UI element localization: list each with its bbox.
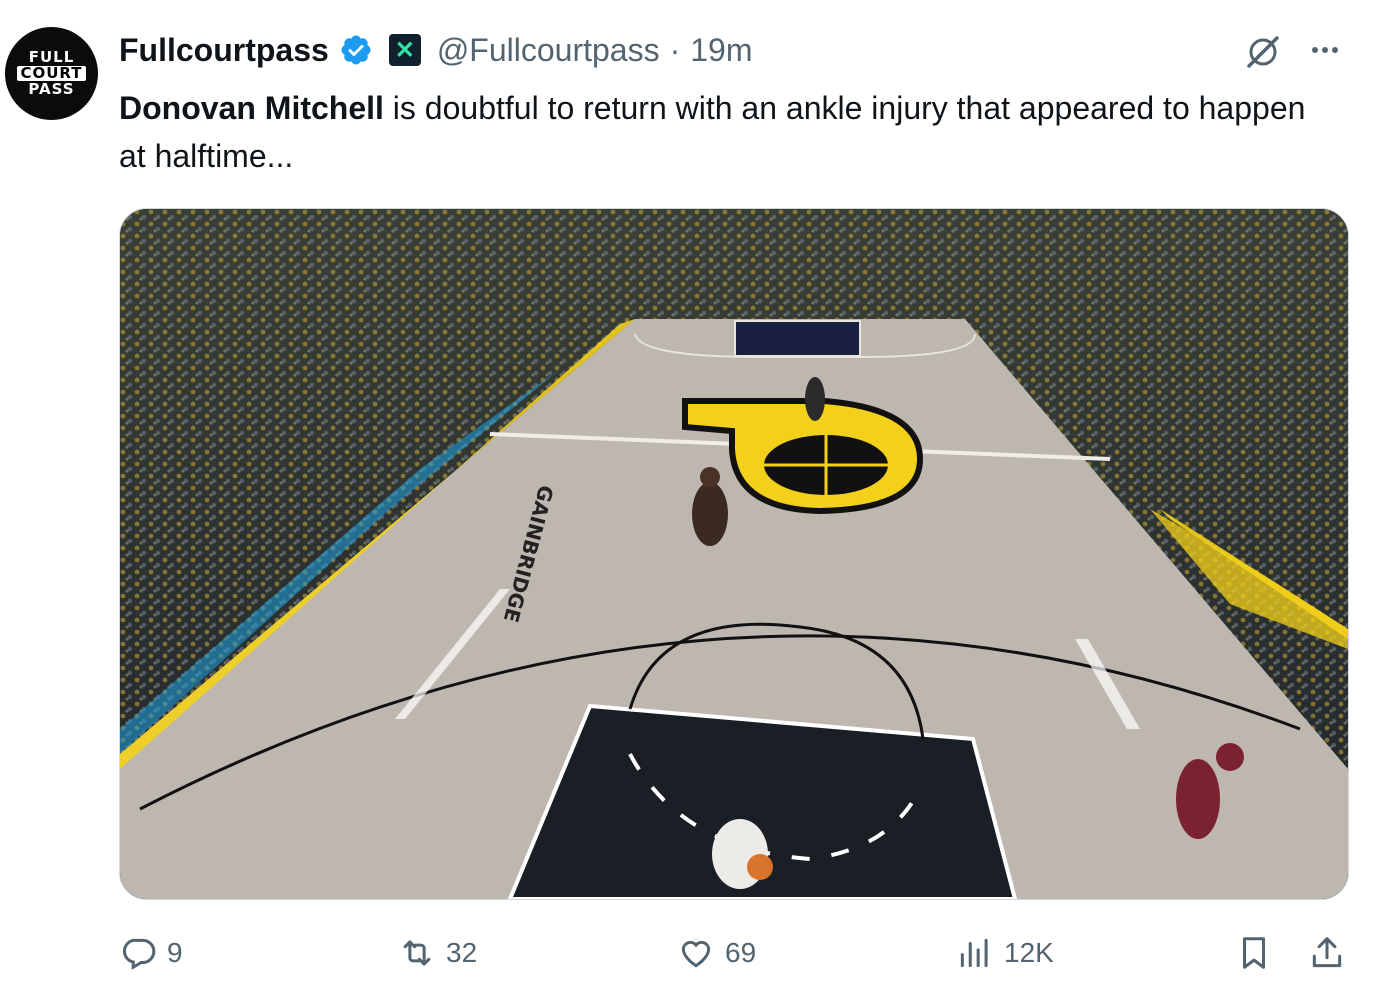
author-name[interactable]: Fullcourtpass	[119, 32, 329, 69]
repost-button[interactable]: 32	[398, 920, 477, 986]
views-count: 12K	[1004, 937, 1054, 968]
avatar[interactable]: FULL COURT PASS	[5, 27, 98, 120]
reply-count: 9	[167, 937, 183, 968]
x-affiliate-icon: ✕	[388, 34, 421, 66]
bookmark-icon	[1242, 937, 1266, 969]
reply-icon	[123, 938, 156, 970]
tweet-text: Donovan Mitchell is doubtful to return w…	[119, 84, 1339, 180]
author-handle[interactable]: @Fullcourtpass	[437, 32, 660, 69]
separator-dot: ·	[669, 31, 681, 68]
repost-icon	[403, 940, 431, 966]
share-button[interactable]	[1308, 920, 1346, 986]
court-image: GAINBRIDGE	[120, 209, 1348, 899]
views-button[interactable]: 12K	[956, 920, 1054, 986]
repost-count: 32	[446, 937, 478, 968]
like-button[interactable]: 69	[677, 920, 756, 986]
avatar-line-2: COURT	[17, 66, 86, 81]
views-chart-icon	[960, 938, 988, 968]
more-options-icon[interactable]	[1305, 32, 1345, 72]
share-icon	[1312, 937, 1342, 968]
tweet-header: Fullcourtpass ✕ @Fullcourtpass · 19m	[119, 28, 753, 72]
tweet-time[interactable]: 19m	[690, 32, 752, 69]
avatar-line-1: FULL	[28, 48, 75, 66]
tweet-actions: 9 32 69 12K	[0, 920, 1380, 986]
like-count: 69	[725, 937, 757, 968]
avatar-line-3: PASS	[28, 80, 75, 98]
tweet-text-mention: Donovan Mitchell	[119, 90, 384, 126]
grok-icon[interactable]	[1243, 32, 1283, 72]
reply-button[interactable]: 9	[119, 920, 183, 986]
verified-badge-icon	[341, 35, 371, 65]
bookmark-button[interactable]	[1235, 920, 1273, 986]
heart-icon	[681, 940, 711, 968]
tweet-media-image[interactable]: GAINBRIDGE	[119, 208, 1349, 900]
